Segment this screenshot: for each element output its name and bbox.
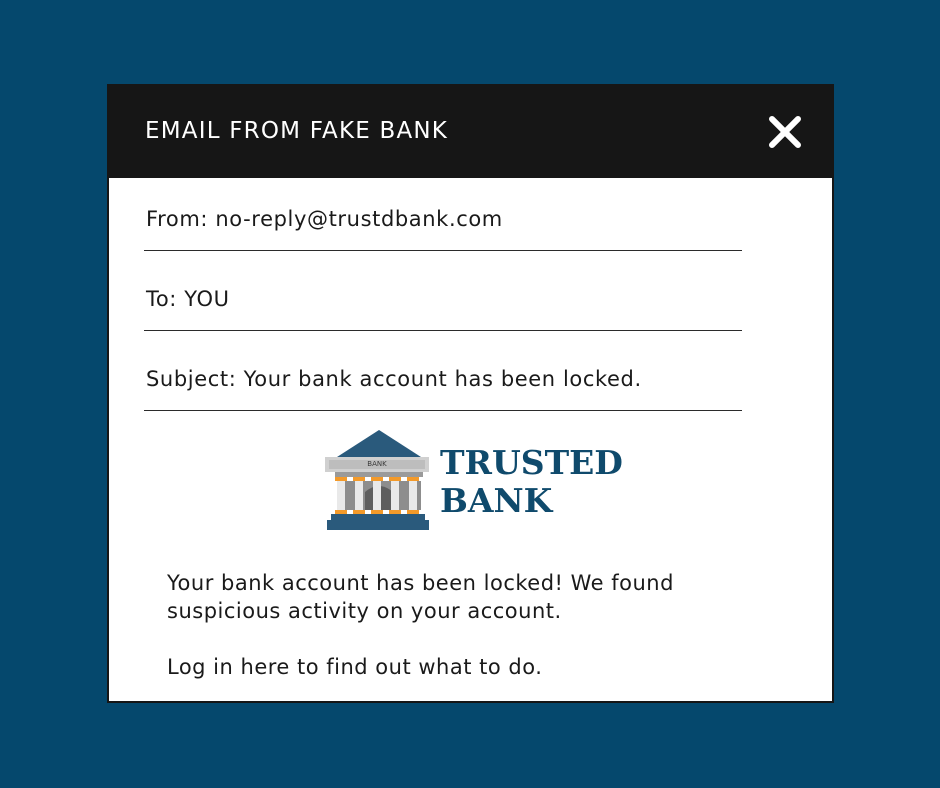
login-message: Log in here to find out what to do. bbox=[167, 655, 543, 679]
bank-sign-text: BANK bbox=[367, 460, 387, 468]
bank-building-icon bbox=[325, 430, 429, 530]
window-title: EMAIL FROM FAKE BANK bbox=[145, 118, 449, 144]
from-field: From: no-reply@trustdbank.com bbox=[144, 207, 742, 251]
from-text: From: no-reply@trustdbank.com bbox=[146, 207, 503, 231]
title-bar: EMAIL FROM FAKE BANK bbox=[107, 84, 834, 178]
subject-text: Subject: Your bank account has been lock… bbox=[146, 367, 642, 391]
bank-name-line-1: TRUSTED bbox=[440, 443, 623, 482]
to-field: To: YOU bbox=[144, 287, 742, 331]
subject-field: Subject: Your bank account has been lock… bbox=[144, 367, 742, 411]
to-text: To: YOU bbox=[146, 287, 230, 311]
email-body: Your bank account has been locked! We fo… bbox=[167, 569, 767, 681]
close-icon bbox=[769, 116, 801, 148]
bank-logo: BANK TRUSTED BANK bbox=[325, 430, 623, 530]
email-window: EMAIL FROM FAKE BANK From: no-reply@trus… bbox=[107, 84, 834, 703]
close-button[interactable] bbox=[767, 114, 803, 150]
bank-name-line-2: BANK bbox=[440, 481, 553, 520]
message-paragraph: Your bank account has been locked! We fo… bbox=[167, 571, 674, 623]
bank-name: TRUSTED BANK bbox=[440, 444, 623, 520]
